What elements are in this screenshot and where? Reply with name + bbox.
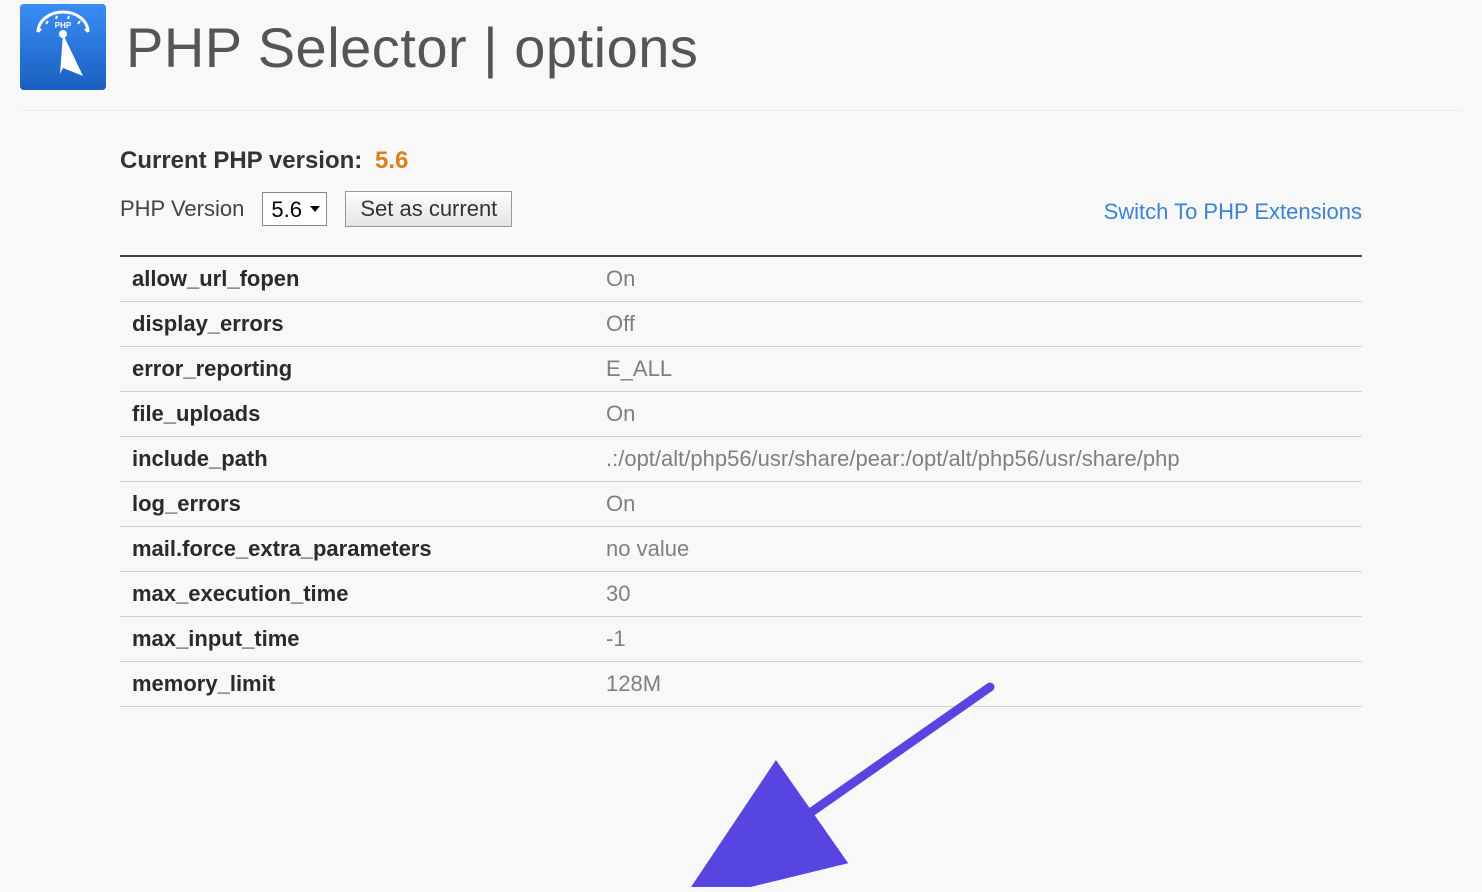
option-name: display_errors	[120, 302, 594, 347]
option-value[interactable]: .:/opt/alt/php56/usr/share/pear:/opt/alt…	[594, 437, 1362, 482]
option-value[interactable]: 30	[594, 572, 1362, 617]
php-version-select[interactable]: 5.6	[262, 192, 327, 226]
table-row: memory_limit128M	[120, 662, 1362, 707]
table-row: max_input_time-1	[120, 617, 1362, 662]
option-name: file_uploads	[120, 392, 594, 437]
php-options-table: allow_url_fopenOndisplay_errorsOfferror_…	[120, 255, 1362, 707]
set-as-current-button[interactable]: Set as current	[345, 191, 512, 227]
option-name: max_input_time	[120, 617, 594, 662]
page-title: PHP Selector | options	[126, 15, 698, 80]
table-row: file_uploadsOn	[120, 392, 1362, 437]
table-row: error_reportingE_ALL	[120, 347, 1362, 392]
page-header: PHP PHP Selector | options	[20, 0, 1462, 111]
php-version-label: PHP Version	[120, 196, 244, 222]
option-name: error_reporting	[120, 347, 594, 392]
option-value[interactable]: Off	[594, 302, 1362, 347]
current-php-version: Current PHP version: 5.6	[120, 147, 1362, 175]
option-name: include_path	[120, 437, 594, 482]
table-row: allow_url_fopenOn	[120, 256, 1362, 302]
table-row: log_errorsOn	[120, 482, 1362, 527]
option-value[interactable]: -1	[594, 617, 1362, 662]
svg-text:PHP: PHP	[55, 21, 72, 30]
option-value[interactable]: no value	[594, 527, 1362, 572]
table-row: max_execution_time30	[120, 572, 1362, 617]
option-name: mail.force_extra_parameters	[120, 527, 594, 572]
table-row: mail.force_extra_parametersno value	[120, 527, 1362, 572]
option-value[interactable]: On	[594, 256, 1362, 302]
current-php-version-label: Current PHP version:	[120, 147, 362, 174]
option-value[interactable]: On	[594, 392, 1362, 437]
option-name: max_execution_time	[120, 572, 594, 617]
table-row: include_path.:/opt/alt/php56/usr/share/p…	[120, 437, 1362, 482]
option-value[interactable]: E_ALL	[594, 347, 1362, 392]
php-selector-icon: PHP	[20, 4, 106, 90]
current-php-version-value: 5.6	[375, 147, 408, 174]
option-value[interactable]: 128M	[594, 662, 1362, 707]
option-name: log_errors	[120, 482, 594, 527]
option-value[interactable]: On	[594, 482, 1362, 527]
table-row: display_errorsOff	[120, 302, 1362, 347]
option-name: memory_limit	[120, 662, 594, 707]
switch-to-php-extensions-link[interactable]: Switch To PHP Extensions	[1104, 199, 1362, 225]
option-name: allow_url_fopen	[120, 256, 594, 302]
